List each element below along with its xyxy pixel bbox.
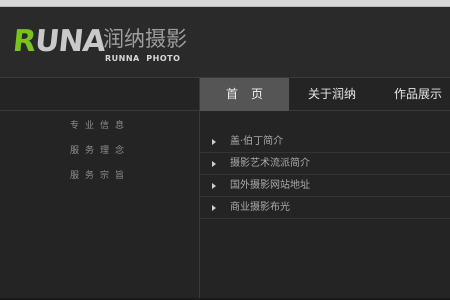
nav-item-about[interactable]: 关于润纳 [289, 78, 375, 111]
logo-wordmark: RUNA [11, 24, 107, 59]
main-nav: 首页 关于润纳 作品展示 [0, 77, 450, 111]
list-item-label: 摄影艺术流派简介 [230, 158, 310, 169]
list-item-label: 国外摄影网站地址 [230, 180, 310, 191]
site-logo[interactable]: RUNA 润纳摄影 RUNNA PHOTO [11, 24, 193, 65]
bullet-arrow-icon [212, 205, 216, 211]
bullet-arrow-icon [212, 183, 216, 189]
browser-top-strip [0, 0, 450, 7]
sidebar-item-service-purpose[interactable]: 服务宗旨 [0, 168, 200, 181]
page: RUNA 润纳摄影 RUNNA PHOTO 首页 关于润纳 作品展示 专业信息 … [0, 0, 450, 300]
logo-wordmark-rest: UNA [33, 24, 107, 59]
list-item[interactable]: 盖·伯丁简介 [200, 131, 450, 153]
nav-item-works[interactable]: 作品展示 [375, 78, 450, 111]
logo-subtitle: RUNNA PHOTO [105, 54, 181, 63]
article-list: 盖·伯丁简介 摄影艺术流派简介 国外摄影网站地址 商业摄影布光 [200, 131, 450, 219]
bullet-arrow-icon [212, 161, 216, 167]
list-item[interactable]: 摄影艺术流派简介 [200, 153, 450, 175]
sidebar-item-professional-info[interactable]: 专业信息 [0, 118, 200, 131]
main-content: 盖·伯丁简介 摄影艺术流派简介 国外摄影网站地址 商业摄影布光 [200, 111, 450, 300]
list-item-label: 盖·伯丁简介 [230, 136, 284, 147]
list-item[interactable]: 国外摄影网站地址 [200, 175, 450, 197]
list-item[interactable]: 商业摄影布光 [200, 197, 450, 219]
bullet-arrow-icon [212, 139, 216, 145]
nav-left-spacer [0, 78, 200, 111]
nav-item-home[interactable]: 首页 [200, 78, 289, 111]
site-header: RUNA 润纳摄影 RUNNA PHOTO [0, 7, 450, 77]
logo-chinese-name: 润纳摄影 [103, 27, 187, 51]
sidebar: 专业信息 服务理念 服务宗旨 [0, 111, 200, 300]
sidebar-item-service-philosophy[interactable]: 服务理念 [0, 143, 200, 156]
list-item-label: 商业摄影布光 [230, 202, 290, 213]
